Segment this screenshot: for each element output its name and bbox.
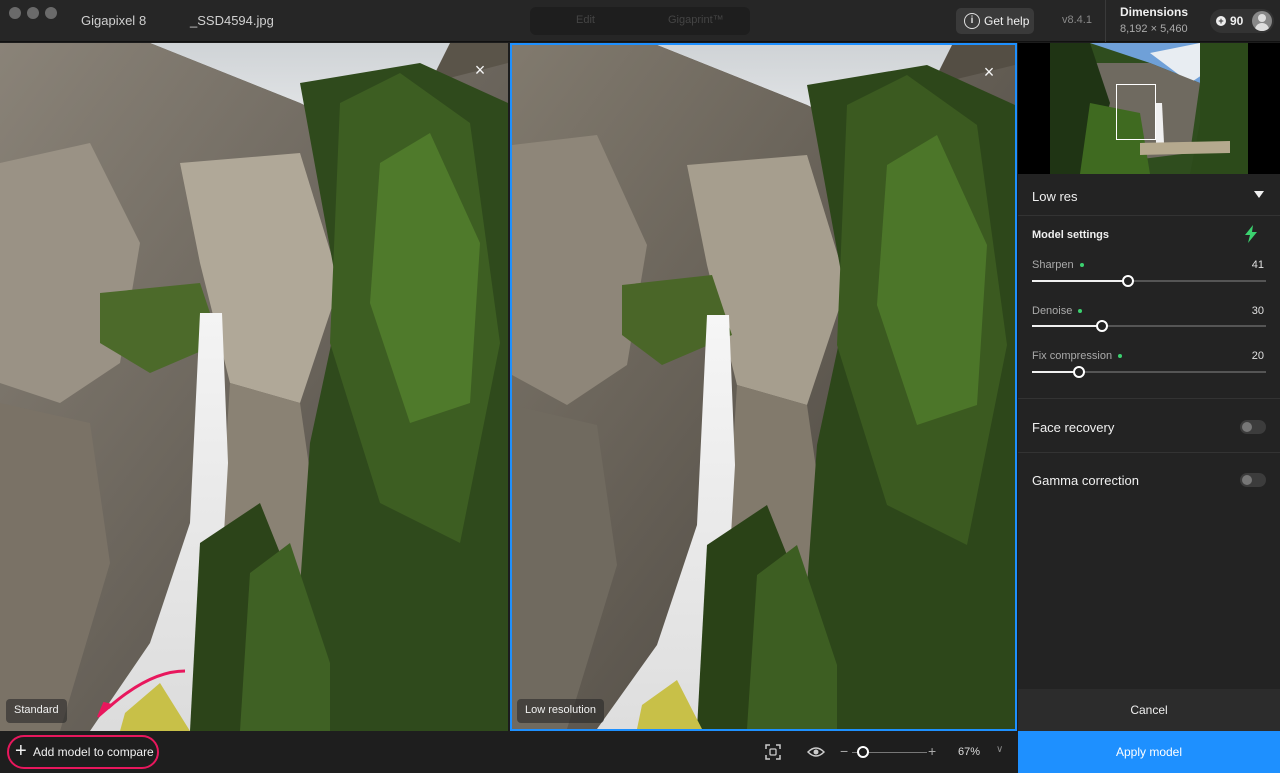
denoise-value[interactable]: 30 [1252, 305, 1264, 317]
face-recovery-label: Face recovery [1032, 420, 1115, 435]
zoom-value[interactable]: 67% [958, 746, 980, 758]
bottom-toolbar: + Add model to compare − + 67% ∨ [0, 731, 1018, 773]
add-model-label: Add model to compare [33, 745, 154, 759]
zoom-slider-thumb[interactable] [857, 746, 870, 758]
avatar-body-icon [1255, 23, 1269, 31]
sharpen-slider-fill [1032, 280, 1128, 282]
preview-standard[interactable]: × Standard [0, 43, 508, 731]
crop-frame-icon[interactable] [764, 743, 782, 761]
zoom-out-icon[interactable]: − [840, 743, 848, 759]
denoise-slider[interactable] [1032, 320, 1266, 332]
face-recovery-toggle-knob [1242, 422, 1252, 432]
info-icon: i [964, 13, 980, 29]
preview-label-low-resolution: Low resolution [517, 699, 604, 723]
sharpen-slider[interactable] [1032, 275, 1266, 287]
zoom-chevron-down-icon[interactable]: ∨ [996, 744, 1003, 755]
gamma-correction-label: Gamma correction [1032, 473, 1139, 488]
close-window-button[interactable] [9, 7, 21, 19]
lightning-bolt-icon[interactable] [1244, 225, 1258, 243]
app-version: 8 [139, 13, 147, 28]
waterfall-photo-right [512, 45, 1015, 729]
get-help-button[interactable]: i Get help [956, 8, 1034, 34]
plus-circle-icon: + [1216, 16, 1226, 26]
preview-low-resolution[interactable]: × Low resolution [510, 43, 1017, 731]
title-bar: Gigapixel 8 _SSD4594.jpg Edit Gigaprint™… [0, 0, 1280, 42]
navigator-viewport-box[interactable] [1116, 84, 1156, 140]
fix-compression-slider[interactable] [1032, 366, 1266, 378]
minimize-window-button[interactable] [27, 7, 39, 19]
apply-model-button[interactable]: Apply model [1018, 731, 1280, 773]
get-help-label: Get help [984, 14, 1030, 28]
fix-compression-value[interactable]: 20 [1252, 350, 1264, 362]
tab-edit[interactable]: Edit [576, 14, 595, 26]
denoise-label: Denoise [1032, 305, 1083, 317]
sharpen-active-dot [1079, 263, 1084, 268]
eye-icon[interactable] [807, 743, 825, 761]
fix-compression-slider-fill [1032, 371, 1079, 373]
avatar[interactable] [1252, 11, 1272, 31]
gamma-correction-toggle[interactable] [1240, 473, 1266, 487]
fix-compression-label: Fix compression [1032, 350, 1123, 362]
mode-tabs: Edit Gigaprint™ [530, 7, 750, 35]
sharpen-label-text: Sharpen [1032, 259, 1074, 271]
avatar-head-icon [1258, 14, 1266, 22]
file-name: _SSD4594.jpg [190, 13, 274, 28]
face-recovery-toggle[interactable] [1240, 420, 1266, 434]
dimensions-value: 8,192 × 5,460 [1120, 23, 1188, 35]
title-divider [1105, 0, 1106, 42]
model-name: Low res [1032, 189, 1078, 204]
denoise-slider-fill [1032, 325, 1103, 327]
sharpen-label: Sharpen [1032, 259, 1084, 271]
fix-compression-label-text: Fix compression [1032, 350, 1113, 362]
denoise-active-dot [1078, 309, 1083, 314]
tab-gigaprint[interactable]: Gigaprint™ [668, 14, 724, 26]
zoom-window-button[interactable] [45, 7, 57, 19]
fix-compression-slider-thumb[interactable] [1072, 366, 1085, 378]
gamma-correction-toggle-knob [1242, 475, 1252, 485]
caret-down-icon[interactable] [1254, 191, 1264, 198]
fix-compression-active-dot [1118, 354, 1123, 359]
plus-icon: + [15, 740, 27, 762]
add-model-to-compare-button[interactable]: + Add model to compare [7, 735, 159, 769]
dimensions-title: Dimensions [1120, 5, 1189, 19]
gigapixel-window: Gigapixel 8 _SSD4594.jpg Edit Gigaprint™… [0, 0, 1280, 773]
credits-badge[interactable]: + 90 [1210, 9, 1274, 33]
close-right-preview-icon[interactable]: × [980, 63, 998, 81]
credits-count: 90 [1230, 14, 1244, 28]
sharpen-slider-thumb[interactable] [1121, 275, 1134, 287]
cancel-button[interactable]: Cancel [1018, 689, 1280, 731]
model-settings-title: Model settings [1032, 229, 1110, 241]
version-label: v8.4.1 [1062, 14, 1092, 26]
close-left-preview-icon[interactable]: × [471, 61, 489, 79]
waterfall-photo-left [0, 43, 508, 731]
settings-panel: Low res Model settings Sharpen 41 Denois… [1018, 43, 1280, 773]
zoom-in-icon[interactable]: + [928, 743, 936, 759]
app-name: Gigapixel [81, 13, 136, 28]
preview-label-standard: Standard [6, 699, 67, 723]
denoise-label-text: Denoise [1032, 305, 1073, 317]
sharpen-value[interactable]: 41 [1252, 259, 1264, 271]
navigator[interactable] [1018, 43, 1280, 174]
